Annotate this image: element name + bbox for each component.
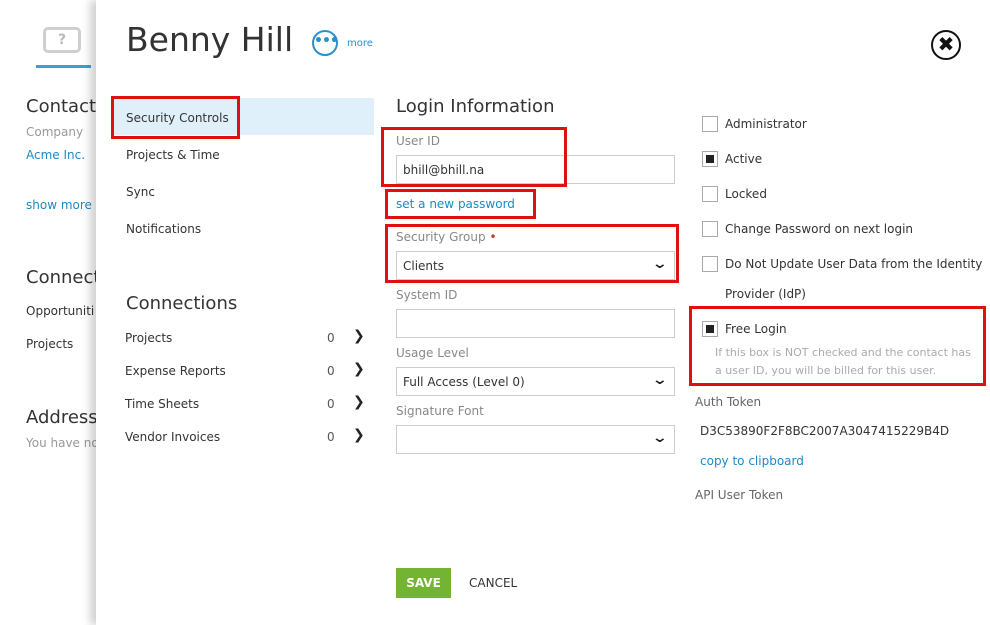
nav-item-notifications[interactable]: Notifications <box>126 222 201 236</box>
usage-level-label: Usage Level <box>396 346 469 360</box>
nav-item-projects-time[interactable]: Projects & Time <box>126 148 220 162</box>
background-page: ? Contact Company Acme Inc. show more Co… <box>0 0 96 625</box>
connections-heading: Connections <box>126 293 238 314</box>
chevron-down-icon: ⌄ <box>651 372 669 388</box>
api-user-token-label: API User Token <box>695 488 784 502</box>
no-update-idp-label-line1: Do Not Update User Data from the Identit… <box>725 257 983 271</box>
address-heading: Address <box>26 407 96 428</box>
chevron-right-icon[interactable]: ❯ <box>353 427 365 443</box>
highlight-security-group <box>385 224 679 283</box>
connection-expense-reports-count: 0 <box>327 364 335 378</box>
active-label: Active <box>725 152 763 166</box>
highlight-set-password <box>385 189 536 219</box>
connections-heading-bg: Connect <box>26 267 96 288</box>
address-empty-text: You have no <box>26 436 96 450</box>
connection-vendor-invoices-count: 0 <box>327 430 335 444</box>
connection-projects[interactable]: Projects <box>125 331 172 345</box>
change-password-label: Change Password on next login <box>725 222 914 236</box>
company-label: Company <box>26 125 84 139</box>
usage-level-select[interactable]: Full Access (Level 0) ⌄ <box>396 367 675 396</box>
signature-font-label: Signature Font <box>396 404 484 418</box>
connection-time-sheets[interactable]: Time Sheets <box>125 397 199 411</box>
usage-level-value: Full Access (Level 0) <box>403 375 525 389</box>
no-update-idp-checkbox[interactable] <box>702 256 718 272</box>
contact-detail-panel: Benny Hill ••• more ✖ Security Controls … <box>96 0 990 625</box>
connection-projects-count: 0 <box>327 331 335 345</box>
save-button[interactable]: SAVE <box>396 568 451 598</box>
close-icon[interactable]: ✖ <box>931 30 961 60</box>
company-link[interactable]: Acme Inc. <box>26 148 85 162</box>
chevron-right-icon[interactable]: ❯ <box>353 361 365 377</box>
system-id-input[interactable] <box>396 309 675 338</box>
chevron-right-icon[interactable]: ❯ <box>353 394 365 410</box>
change-password-checkbox[interactable] <box>702 221 718 237</box>
highlight-security-controls <box>111 96 240 139</box>
highlight-free-login <box>689 306 986 386</box>
opportunities-item[interactable]: Opportuniti <box>26 304 94 318</box>
no-update-idp-label-line2: Provider (IdP) <box>725 287 806 301</box>
cancel-button[interactable]: CANCEL <box>469 576 517 590</box>
auth-token-label: Auth Token <box>695 395 762 409</box>
chevron-down-icon: ⌄ <box>651 430 669 446</box>
signature-font-select[interactable]: ⌄ <box>396 425 675 454</box>
connection-expense-reports[interactable]: Expense Reports <box>125 364 226 378</box>
locked-label: Locked <box>725 187 767 201</box>
highlight-user-id <box>381 127 567 187</box>
nav-item-sync[interactable]: Sync <box>126 185 155 199</box>
page-title: Benny Hill <box>126 20 294 59</box>
ellipsis-icon[interactable]: ••• <box>312 30 339 56</box>
tab-underline <box>36 65 91 68</box>
show-more-link[interactable]: show more <box>26 198 92 212</box>
active-checkbox[interactable] <box>702 151 718 167</box>
connection-vendor-invoices[interactable]: Vendor Invoices <box>125 430 220 444</box>
connection-time-sheets-count: 0 <box>327 397 335 411</box>
copy-to-clipboard-link[interactable]: copy to clipboard <box>700 454 804 468</box>
administrator-label: Administrator <box>725 117 807 131</box>
contact-heading: Contact <box>26 96 96 117</box>
more-link[interactable]: more <box>347 38 373 49</box>
system-id-label: System ID <box>396 288 458 302</box>
administrator-checkbox[interactable] <box>702 116 718 132</box>
login-info-heading: Login Information <box>396 96 555 117</box>
contact-avatar-icon: ? <box>43 27 81 53</box>
projects-item-bg[interactable]: Projects <box>26 337 73 351</box>
locked-checkbox[interactable] <box>702 186 718 202</box>
auth-token-value: D3C53890F2F8BC2007A3047415229B4D <box>700 424 950 438</box>
chevron-right-icon[interactable]: ❯ <box>353 328 365 344</box>
